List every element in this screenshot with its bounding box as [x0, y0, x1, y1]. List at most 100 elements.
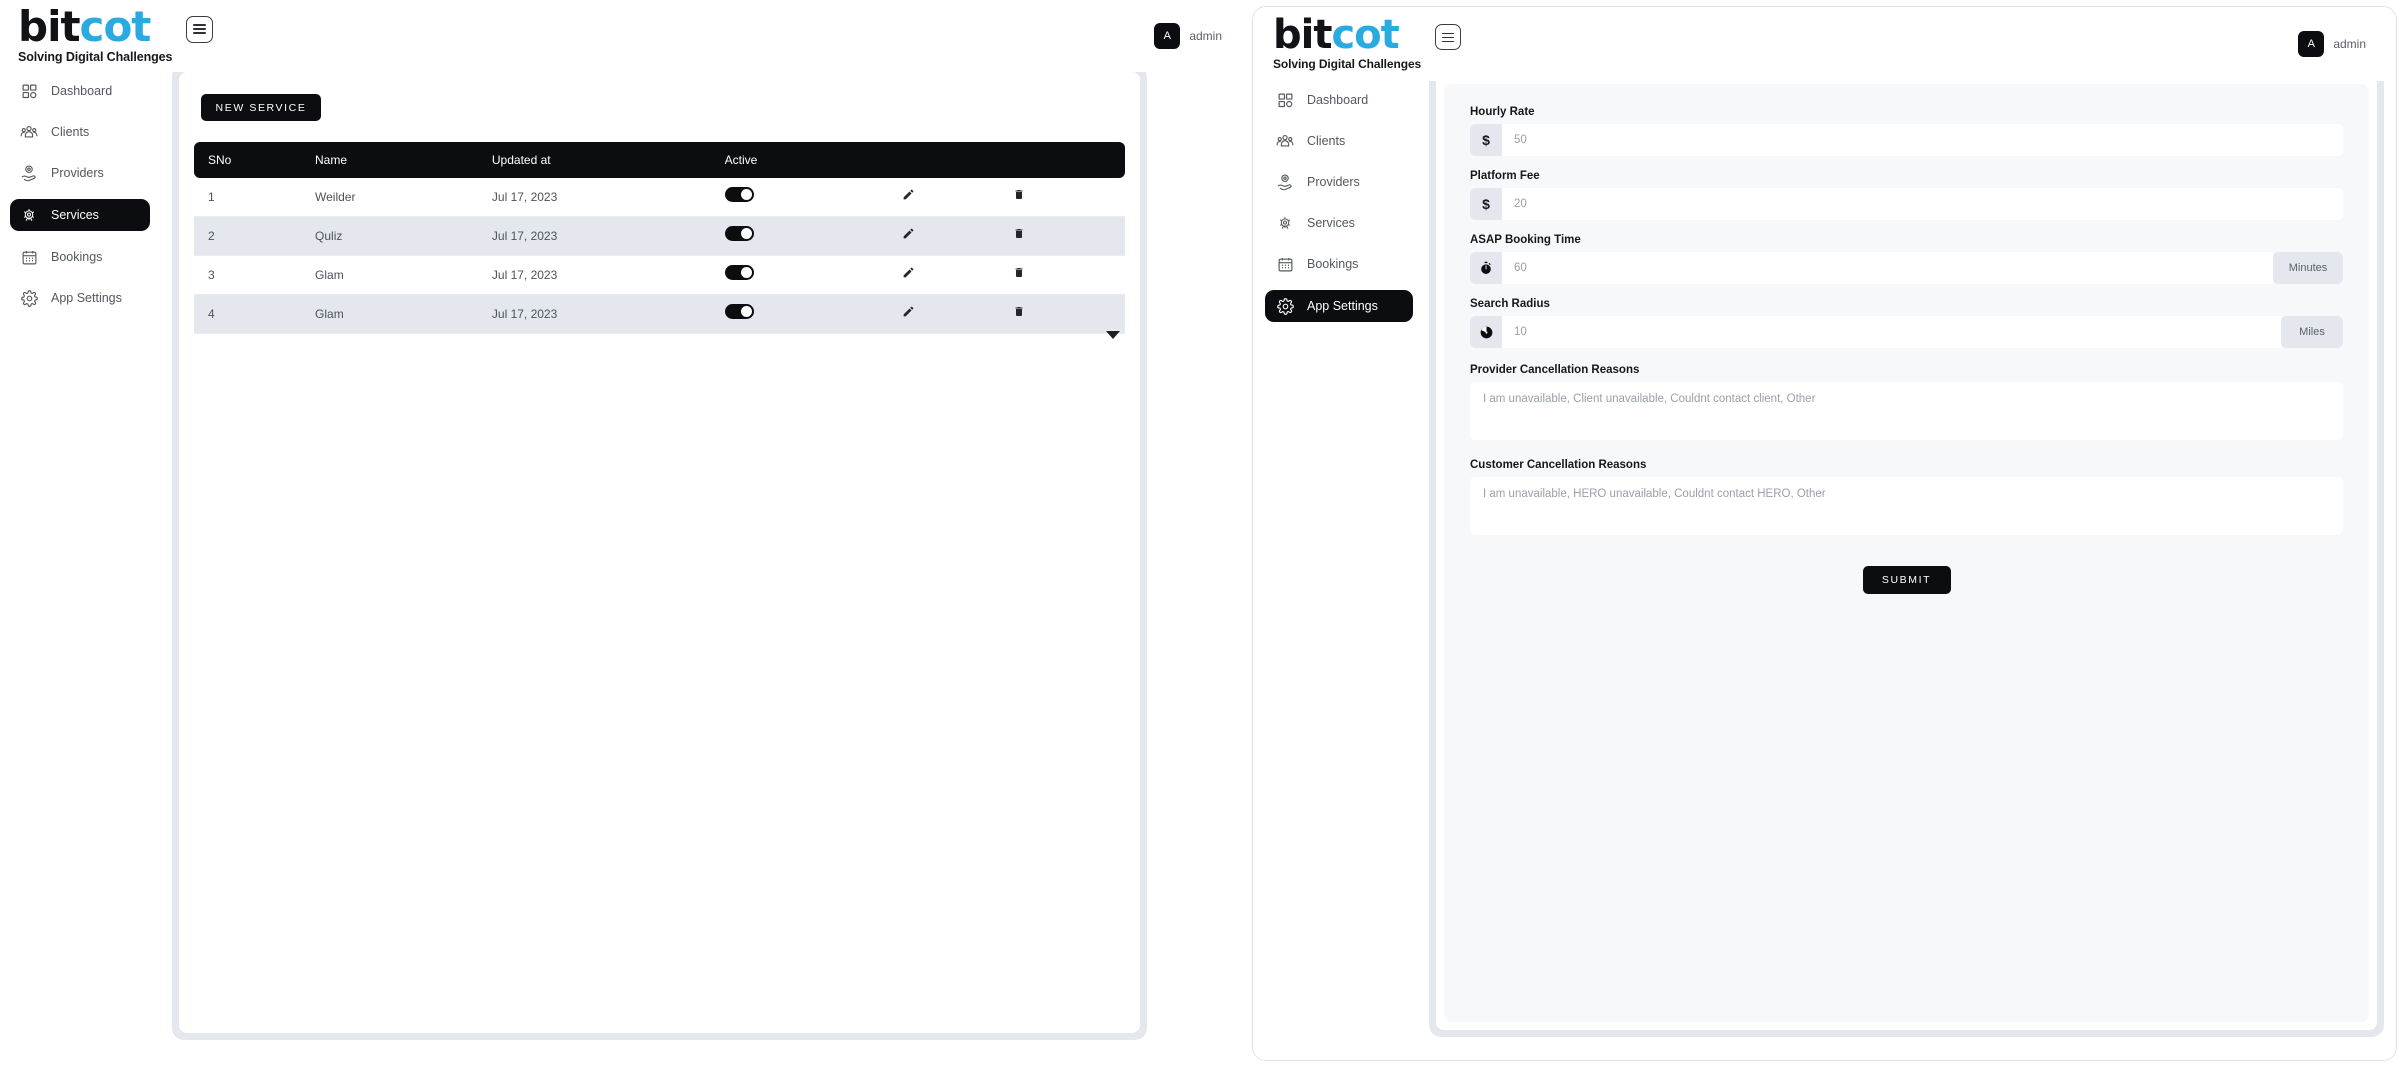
cell-name: Glam	[315, 294, 492, 334]
app-settings-content-card: Hourly Rate $ Platform Fee $ ASAP Book	[1429, 69, 2384, 1037]
app-settings-frame: bitcot Solving Digital Challenges A admi…	[1252, 6, 2397, 1061]
cell-delete	[1013, 216, 1125, 256]
column-header-delete	[1013, 142, 1125, 178]
sidebar-item-app-settings[interactable]: App Settings	[10, 283, 150, 313]
edit-button[interactable]	[902, 227, 915, 240]
column-header-active: Active	[724, 142, 902, 178]
brand-name-part1: bit	[1273, 12, 1332, 59]
column-header-updated-at: Updated at	[491, 142, 725, 178]
sidebar-item-providers[interactable]: Providers	[10, 158, 150, 188]
cell-edit	[901, 294, 1014, 334]
sidebar-item-label: Dashboard	[51, 84, 113, 98]
table-row[interactable]: 2 Quliz Jul 17, 2023	[194, 216, 1125, 256]
asap-booking-time-unit: Minutes	[2273, 252, 2343, 284]
label-provider-cancellation-reasons: Provider Cancellation Reasons	[1470, 364, 1640, 376]
provider-hand-icon	[20, 164, 38, 182]
field-hourly-rate[interactable]: $	[1470, 124, 2343, 156]
services-content-card: NEW SERVICE SNo Name Updated at Active 1…	[172, 65, 1147, 1040]
dashboard-grid-icon	[20, 82, 38, 100]
services-gear-people-icon	[1276, 214, 1294, 232]
column-header-edit	[901, 142, 1014, 178]
topbar-right: bitcot Solving Digital Challenges A admi…	[1253, 7, 2396, 81]
new-service-button[interactable]: NEW SERVICE	[201, 94, 321, 121]
dashboard-grid-icon	[1276, 91, 1294, 109]
edit-button[interactable]	[902, 305, 915, 318]
sidebar-item-app-settings[interactable]: App Settings	[1265, 290, 1413, 322]
cell-active	[724, 255, 902, 295]
delete-button[interactable]	[1013, 305, 1025, 318]
settings-form: Hourly Rate $ Platform Fee $ ASAP Book	[1444, 84, 2369, 1022]
table-body: 1 Weilder Jul 17, 2023 2 Quliz Jul 17, 2…	[194, 178, 1125, 334]
cell-active	[724, 216, 902, 256]
table-row[interactable]: 4 Glam Jul 17, 2023	[194, 294, 1125, 334]
provider-cancellation-reasons-textarea[interactable]	[1470, 382, 2343, 440]
active-toggle[interactable]	[724, 187, 754, 202]
sidebar-item-services[interactable]: Services	[10, 199, 150, 231]
sidebar-item-clients[interactable]: Clients	[1265, 126, 1413, 156]
label-hourly-rate: Hourly Rate	[1470, 106, 1535, 118]
chevron-down-icon[interactable]	[1106, 327, 1120, 345]
sidebar-item-dashboard[interactable]: Dashboard	[1265, 85, 1413, 115]
submit-button[interactable]: SUBMIT	[1862, 566, 1951, 594]
user-menu-right[interactable]: A admin	[2298, 31, 2366, 57]
active-toggle[interactable]	[724, 265, 754, 280]
column-header-sno: SNo	[194, 142, 316, 178]
cell-edit	[901, 178, 1014, 217]
user-menu-left[interactable]: A admin	[1154, 23, 1222, 49]
cell-edit	[901, 255, 1014, 295]
column-header-name: Name	[315, 142, 492, 178]
hourly-rate-input[interactable]	[1502, 124, 2343, 156]
stopwatch-icon	[1470, 252, 1502, 284]
people-group-icon	[1276, 132, 1294, 150]
sidebar-item-label: Services	[1307, 216, 1355, 230]
sidebar-item-bookings[interactable]: Bookings	[10, 242, 150, 272]
cell-delete	[1013, 178, 1125, 217]
sidebar-item-services[interactable]: Services	[1265, 208, 1413, 238]
table-row[interactable]: 3 Glam Jul 17, 2023	[194, 255, 1125, 295]
field-platform-fee[interactable]: $	[1470, 188, 2343, 220]
topbar-left: bitcot Solving Digital Challenges A admi…	[0, 0, 1250, 72]
label-customer-cancellation-reasons: Customer Cancellation Reasons	[1470, 459, 1647, 471]
hamburger-icon[interactable]	[1435, 24, 1462, 51]
brand-tagline: Solving Digital Challenges	[18, 49, 173, 64]
table-row[interactable]: 1 Weilder Jul 17, 2023	[194, 178, 1125, 217]
sidebar-item-label: Clients	[51, 125, 90, 139]
platform-fee-input[interactable]	[1502, 188, 2343, 220]
brand-logo: bitcot Solving Digital Challenges	[1273, 15, 1421, 71]
sidebar-left: Dashboard Clients Providers Services Boo…	[10, 76, 150, 313]
customer-cancellation-reasons-textarea[interactable]	[1470, 477, 2343, 535]
delete-button[interactable]	[1013, 266, 1025, 279]
edit-button[interactable]	[902, 188, 915, 201]
sidebar-item-label: Dashboard	[1307, 93, 1369, 107]
field-search-radius[interactable]: Miles	[1470, 316, 2343, 348]
sidebar-item-providers[interactable]: Providers	[1265, 167, 1413, 197]
dual-window-screen: bitcot Solving Digital Challenges A admi…	[0, 0, 2400, 1067]
search-radius-input[interactable]	[1502, 316, 2281, 348]
active-toggle[interactable]	[724, 304, 754, 319]
cell-edit	[901, 216, 1014, 256]
sidebar-item-label: Bookings	[1307, 257, 1359, 271]
cell-sno: 1	[194, 178, 316, 217]
cell-sno: 3	[194, 255, 316, 295]
brand-name-part2: cot	[79, 2, 152, 52]
username-label: admin	[1189, 29, 1222, 43]
asap-booking-time-input[interactable]	[1502, 252, 2273, 284]
cell-name: Quliz	[315, 216, 492, 256]
label-search-radius: Search Radius	[1470, 298, 1550, 310]
sidebar-item-bookings[interactable]: Bookings	[1265, 249, 1413, 279]
edit-button[interactable]	[902, 266, 915, 279]
calendar-icon	[20, 248, 38, 266]
avatar[interactable]: A	[1154, 23, 1181, 49]
cell-updated-at: Jul 17, 2023	[491, 216, 725, 256]
hamburger-icon[interactable]	[186, 15, 214, 43]
sidebar-item-label: Providers	[51, 166, 104, 180]
avatar[interactable]: A	[2298, 31, 2325, 57]
label-platform-fee: Platform Fee	[1470, 170, 1540, 182]
delete-button[interactable]	[1013, 188, 1025, 201]
sidebar-item-clients[interactable]: Clients	[10, 117, 150, 147]
sidebar-item-dashboard[interactable]: Dashboard	[10, 76, 150, 106]
active-toggle[interactable]	[724, 226, 754, 241]
app-settings-content-inner: Hourly Rate $ Platform Fee $ ASAP Book	[1436, 76, 2377, 1030]
delete-button[interactable]	[1013, 227, 1025, 240]
field-asap-booking-time[interactable]: Minutes	[1470, 252, 2343, 284]
